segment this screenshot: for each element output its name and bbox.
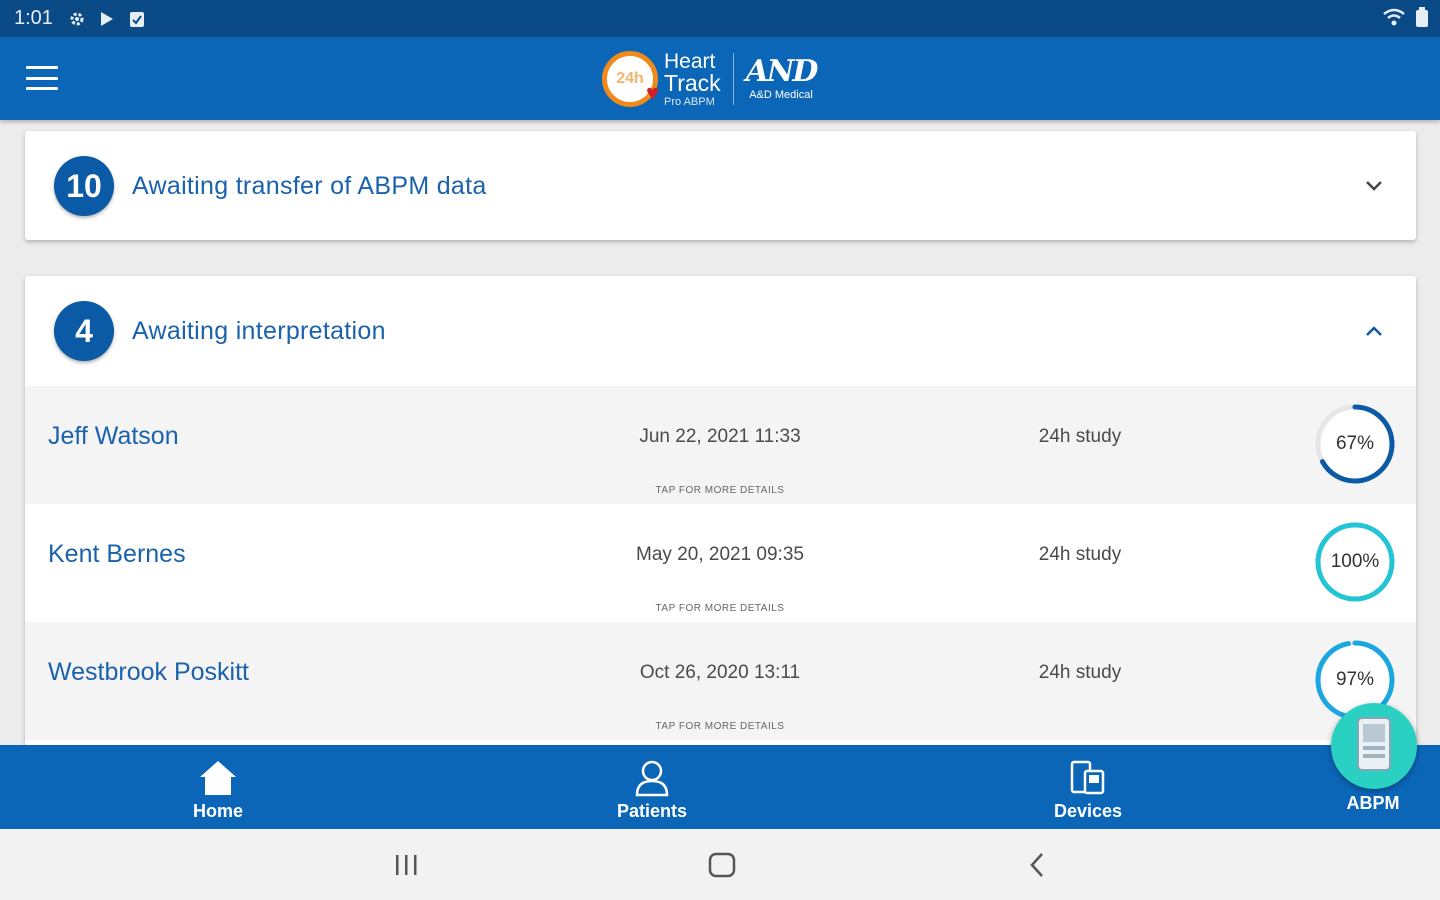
devices-icon: [1069, 753, 1107, 797]
patient-name: Westbrook Poskitt: [48, 658, 250, 686]
progress-ring: 67%: [1314, 403, 1396, 485]
and-brand-mark: AND: [745, 54, 819, 89]
study-type: 24h study: [1038, 426, 1122, 447]
play-store-icon: [97, 9, 117, 29]
app-logo: 24h ♥ Heart Track Pro ABPM AND A&D Medic…: [602, 47, 819, 111]
nav-label: Devices: [1053, 801, 1123, 821]
nav-devices[interactable]: Devices: [988, 745, 1188, 829]
patient-name: Kent Bernes: [48, 540, 186, 568]
study-date: Jun 22, 2021 11:33: [639, 426, 801, 447]
bottom-nav: Home Patients Devices ABPM: [0, 745, 1440, 829]
status-time: 1:01: [14, 7, 53, 29]
home-button-icon[interactable]: [702, 849, 742, 881]
section-header-awaiting-transfer[interactable]: 10 Awaiting transfer of ABPM data: [25, 131, 1416, 240]
logo-wordmark: Heart Track Pro ABPM: [664, 51, 721, 108]
patients-icon: [634, 753, 670, 797]
progress-ring: 100%: [1314, 521, 1396, 603]
chevron-up-icon[interactable]: [1364, 321, 1384, 341]
tap-hint: TAP FOR MORE DETAILS: [655, 721, 785, 732]
app-bar: 24h ♥ Heart Track Pro ABPM AND A&D Medic…: [0, 37, 1440, 120]
back-icon[interactable]: [1017, 849, 1057, 881]
heart-icon: ♥: [645, 80, 659, 105]
and-brand-sub: A&D Medical: [749, 89, 813, 101]
patient-name: Jeff Watson: [48, 422, 179, 450]
settings-icon: [67, 9, 87, 29]
section-header-awaiting-interpretation[interactable]: 4 Awaiting interpretation: [25, 276, 1416, 386]
logo-line2: Track: [664, 69, 721, 96]
section-title: Awaiting transfer of ABPM data: [132, 171, 487, 200]
home-icon: [198, 753, 238, 797]
clipboard-check-icon: [127, 9, 147, 29]
section-awaiting-interpretation: 4 Awaiting interpretation Jeff Watson Ju…: [25, 276, 1416, 746]
tap-hint: TAP FOR MORE DETAILS: [655, 485, 785, 496]
progress-label: 100%: [1330, 551, 1380, 572]
nav-home[interactable]: Home: [118, 745, 318, 829]
logo-line3: Pro ABPM: [664, 95, 715, 108]
heart-track-logo-icon: 24h ♥: [602, 51, 659, 107]
logo-line1: Heart: [664, 49, 716, 73]
hamburger-menu-icon[interactable]: [24, 63, 60, 93]
nav-label: Home: [192, 801, 243, 821]
abpm-device-icon: [1354, 716, 1394, 777]
status-right-icons: [1382, 7, 1428, 33]
count-badge: 4: [54, 301, 114, 361]
logo-badge-text: 24h: [616, 70, 644, 87]
nav-label: ABPM: [1346, 793, 1400, 813]
abpm-fab-button[interactable]: [1331, 703, 1417, 789]
section-awaiting-transfer: 10 Awaiting transfer of ABPM data: [25, 131, 1416, 240]
patient-row[interactable]: Kent Bernes May 20, 2021 09:35 24h study…: [25, 504, 1416, 622]
tap-hint: TAP FOR MORE DETAILS: [655, 603, 785, 614]
count-badge: 10: [54, 156, 114, 216]
status-bar: 1:01: [0, 0, 1440, 37]
study-type: 24h study: [1038, 544, 1122, 565]
battery-icon: [1416, 7, 1428, 33]
patient-row[interactable]: Jeff Watson Jun 22, 2021 11:33 24h study…: [25, 386, 1416, 504]
logo-divider: [732, 53, 734, 105]
wifi-icon: [1382, 7, 1406, 33]
study-date: Oct 26, 2020 13:11: [639, 662, 801, 683]
system-nav-bar: [0, 829, 1440, 900]
study-type: 24h study: [1038, 662, 1122, 683]
patient-row[interactable]: Westbrook Poskitt Oct 26, 2020 13:11 24h…: [25, 622, 1416, 740]
and-brand-logo: AND A&D Medical: [745, 54, 819, 102]
section-title: Awaiting interpretation: [132, 316, 386, 345]
progress-label: 67%: [1335, 433, 1375, 454]
recent-apps-icon[interactable]: [386, 849, 426, 881]
nav-patients[interactable]: Patients: [552, 745, 752, 829]
study-date: May 20, 2021 09:35: [636, 544, 804, 565]
nav-label: Patients: [616, 801, 688, 821]
chevron-down-icon[interactable]: [1364, 176, 1384, 196]
